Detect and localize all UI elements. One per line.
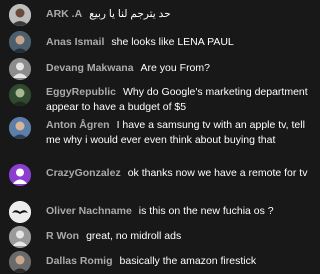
avatar[interactable] — [9, 226, 31, 248]
message-author[interactable]: Anas Ismail — [46, 36, 104, 48]
message-text: she looks like LENA PAUL — [111, 36, 234, 48]
chat-message: Devang Makwana Are you From? — [0, 56, 320, 80]
person-photo-icon — [9, 84, 31, 106]
mustache-icon — [9, 201, 31, 223]
message-text: great, no midroll ads — [86, 230, 182, 242]
live-chat-feed: ARK .A حد يترجم لنا يا ربيع Anas Ismail sh… — [0, 0, 320, 274]
chat-message: Anton Ågren I have a samsung tv with an a… — [0, 115, 320, 161]
avatar[interactable] — [9, 251, 31, 273]
message-author[interactable]: Dallas Romig — [46, 255, 113, 267]
avatar[interactable] — [9, 84, 31, 106]
message-author[interactable]: ARK .A — [46, 8, 82, 20]
message-text: is this on the new fuchia os ? — [138, 205, 274, 217]
message-text: basically the amazon firestick — [119, 255, 257, 267]
chat-message: R Won great, no midroll ads — [0, 224, 320, 248]
chat-message: Anas Ismail she looks like LENA PAUL — [0, 30, 320, 53]
message-author[interactable]: Anton Ågren — [46, 119, 110, 131]
person-photo-icon — [9, 4, 31, 26]
message-author[interactable]: R Won — [46, 230, 79, 242]
chat-message: Dallas Romig basically the amazon firesti… — [0, 250, 320, 273]
person-silhouette-icon — [9, 58, 31, 80]
message-author[interactable]: Oliver Nachname — [46, 205, 132, 217]
chat-message: Oliver Nachname is this on the new fuchia… — [0, 199, 320, 223]
avatar[interactable] — [9, 31, 31, 53]
avatar[interactable] — [9, 4, 31, 26]
person-silhouette-icon — [9, 164, 31, 186]
message-text: ok thanks now we have a remote for tv — [127, 167, 308, 179]
message-author[interactable]: Devang Makwana — [46, 62, 134, 74]
person-silhouette-icon — [9, 226, 31, 248]
avatar[interactable] — [9, 201, 31, 223]
message-text: Are you From? — [140, 62, 210, 74]
message-author[interactable]: CrazyGonzalez — [46, 167, 121, 179]
avatar[interactable] — [9, 58, 31, 80]
person-photo-icon — [9, 251, 31, 273]
avatar[interactable] — [9, 164, 31, 186]
person-photo-icon — [9, 117, 31, 139]
message-author[interactable]: EggyRepublic — [46, 86, 116, 98]
message-text: حد يترجم لنا يا ربيع — [89, 8, 171, 20]
chat-message: ARK .A حد يترجم لنا يا ربيع — [0, 2, 320, 26]
avatar[interactable] — [9, 117, 31, 139]
chat-message: EggyRepublic Why do Google's marketing de… — [0, 82, 320, 114]
person-photo-icon — [9, 31, 31, 53]
chat-message: CrazyGonzalez ok thanks now we have a rem… — [0, 162, 320, 194]
